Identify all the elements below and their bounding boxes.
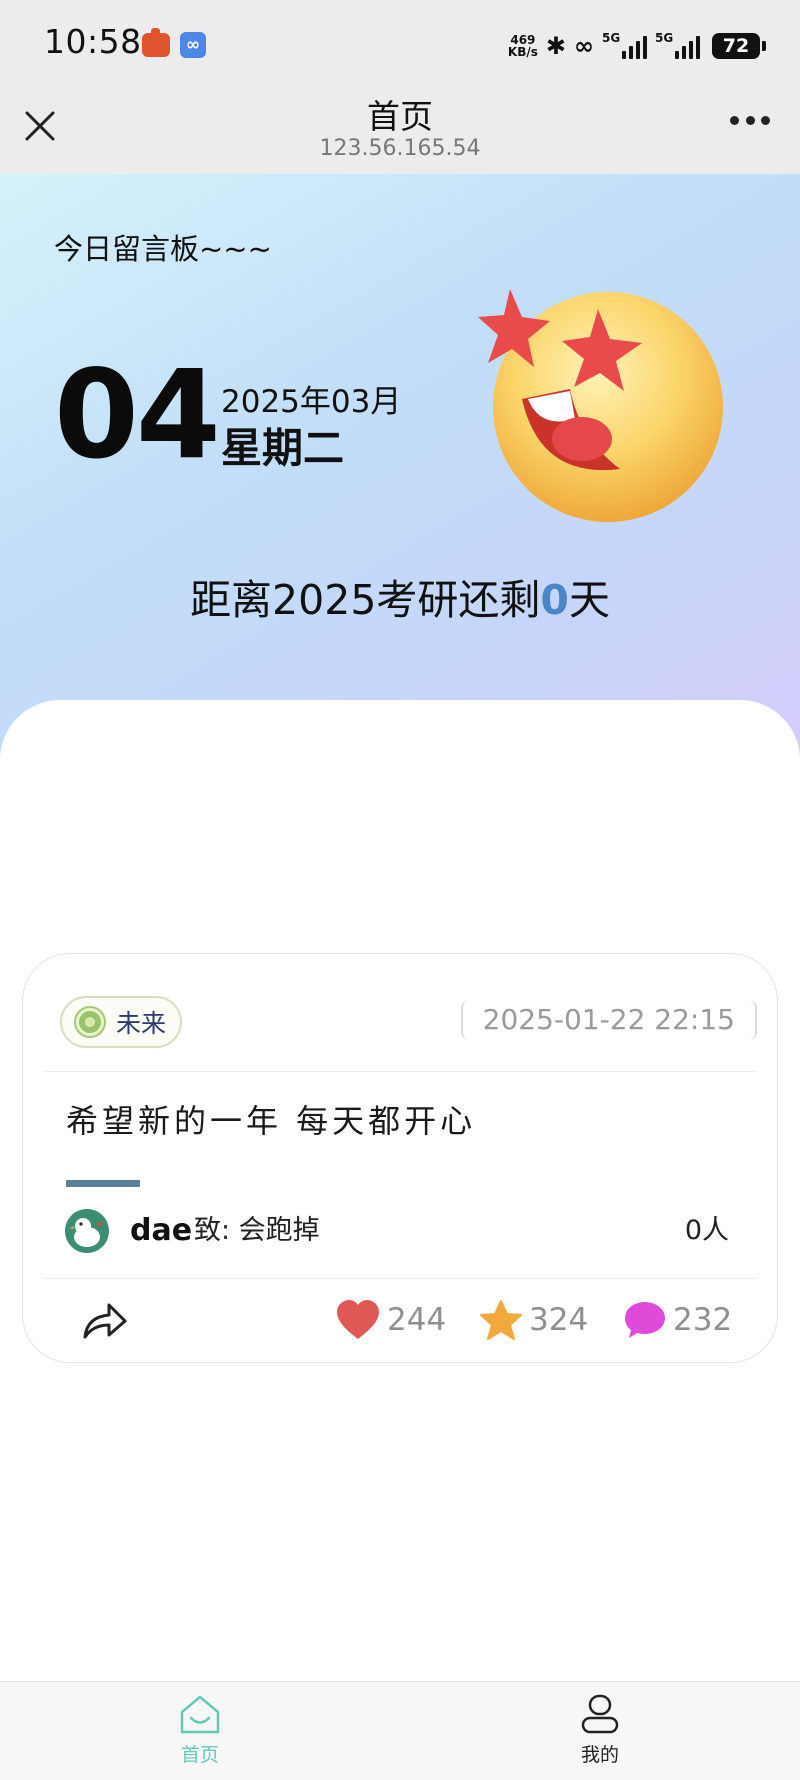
tab-home[interactable]: 首页 — [140, 1694, 260, 1767]
signal-icon: 5G — [602, 31, 647, 59]
tab-me-label: 我的 — [580, 1744, 619, 1766]
accent-bar — [66, 1180, 140, 1187]
nav-bar: 首页 123.56.165.54 — [0, 90, 800, 174]
divider — [43, 1071, 757, 1072]
page-title: 首页 — [367, 97, 433, 136]
battery-icon: 72 — [712, 33, 766, 59]
countdown-days: 0 — [540, 576, 569, 624]
message-card[interactable]: 未来 2025-01-22 22:15 希望新的一年 每天都开心 dae 致: … — [22, 953, 778, 1363]
comment-icon — [625, 1302, 665, 1338]
star-icon — [480, 1300, 522, 1340]
heart-icon — [337, 1300, 379, 1339]
status-bar: 10:58 ∞ 469 KB/s ✱ ∞ 5G 5G 72 — [0, 0, 800, 90]
tab-me[interactable]: 我的 — [540, 1694, 660, 1767]
star-eyes-emoji-icon — [478, 289, 723, 522]
user-icon — [581, 1694, 619, 1734]
tab-home-label: 首页 — [180, 1744, 219, 1766]
network-speed: 469 KB/s — [507, 33, 538, 59]
board-title: 今日留言板~~~ — [54, 232, 272, 266]
status-time: 10:58 — [44, 22, 142, 61]
share-icon[interactable] — [81, 1299, 129, 1343]
status-indicators: 469 KB/s ✱ ∞ 5G 5G 72 — [507, 26, 766, 66]
bird-avatar-icon — [65, 1209, 109, 1253]
favorite-button[interactable]: 324 — [479, 1294, 588, 1346]
date-day: 04 — [54, 344, 221, 486]
recipient: 致: 会跑掉 — [194, 1215, 320, 1246]
more-icon[interactable] — [730, 116, 770, 128]
message-timestamp: 2025-01-22 22:15 — [460, 1000, 757, 1040]
favorite-count: 324 — [529, 1302, 589, 1338]
exam-countdown: 距离2025考研还剩0天 — [190, 576, 610, 624]
category-tag-icon — [74, 1006, 106, 1038]
author-name[interactable]: dae — [130, 1209, 192, 1253]
category-tag-label: 未来 — [116, 1009, 167, 1038]
home-icon — [180, 1695, 220, 1734]
divider — [43, 1278, 757, 1279]
comment-button[interactable]: 232 — [623, 1294, 732, 1346]
link-app-icon: ∞ — [180, 32, 206, 58]
like-button[interactable]: 244 — [335, 1294, 446, 1346]
comment-count: 232 — [673, 1302, 733, 1338]
like-count: 244 — [387, 1302, 447, 1338]
page-url: 123.56.165.54 — [319, 136, 481, 161]
app-notification-icon — [142, 28, 170, 57]
avatar[interactable] — [65, 1209, 109, 1253]
category-tag[interactable]: 未来 — [60, 996, 182, 1048]
signal-icon-2: 5G — [655, 31, 700, 59]
hotspot-link-icon: ∞ — [574, 32, 594, 60]
message-text: 希望新的一年 每天都开心 — [66, 1102, 477, 1140]
bottom-tab-bar: 首页 我的 — [0, 1681, 800, 1780]
people-count: 0人 — [684, 1215, 729, 1246]
hero-banner: 今日留言板~~~ 04 2025年03月 星期二 距离2025考研还剩0天 — [0, 174, 800, 774]
bluetooth-icon: ✱ — [545, 32, 566, 60]
date-weekday: 星期二 — [221, 424, 344, 472]
